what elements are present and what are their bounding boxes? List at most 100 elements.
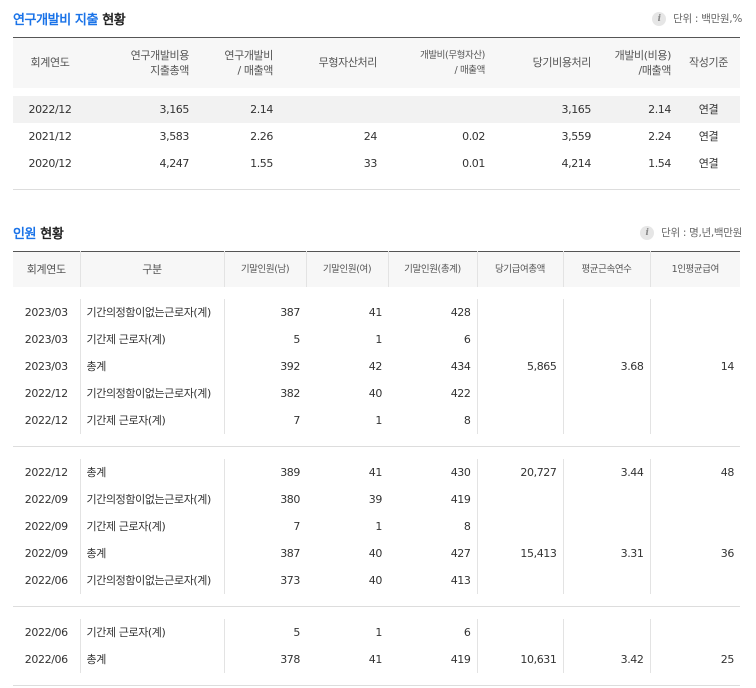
cell-avg-salary (649, 298, 740, 326)
cell-year: 2023/03 (24, 332, 68, 346)
cell-value: 2.24 (648, 129, 671, 143)
rd-unit-text: 단위 : 백만원,% (673, 13, 742, 25)
cell-value: 2.14 (195, 95, 279, 123)
cell-female: 1 (375, 625, 382, 639)
cell-male: 378 (223, 645, 306, 673)
cell-avg-years (562, 618, 650, 646)
cell-female: 42 (368, 359, 383, 373)
hr-header-row: 회계연도 구분 기말인원(남) 기말인원(여) 기말인원(총계) 당기급여총액 … (13, 251, 740, 287)
cell-salary-total: 10,631 (476, 645, 563, 673)
cell-value: 3,165 (491, 95, 597, 123)
cell-female: 40 (368, 573, 383, 587)
rd-header-label: 개발비(무형자산) / 매출액 (420, 49, 485, 76)
cell-category: 기간의정함이없는근로자(계) (79, 485, 224, 513)
cell-male: 380 (223, 485, 306, 513)
rd-header-intangible: 무형자산처리 (279, 37, 383, 88)
hr-header-category: 구분 (79, 251, 224, 287)
cell-category: 기간제 근로자(계) (79, 618, 224, 646)
cell-total: 422 (450, 386, 471, 400)
rd-header-label: 연구개발비 / 매출액 (224, 48, 273, 77)
cell-salary-total (476, 618, 563, 646)
cell-salary-total (476, 379, 563, 407)
cell-female: 1 (375, 519, 382, 533)
cell-salary-total (476, 485, 563, 513)
cell-year: 2022/09 (24, 519, 68, 533)
table-row: 2022/06 기간의정함이없는근로자(계) 373 40 413 (13, 566, 740, 594)
hr-unit-text: 단위 : 명,년,백만원 (661, 227, 742, 239)
cell-male: 387 (223, 298, 306, 326)
rd-header-label: 개발비(비용) /매출액 (614, 48, 672, 77)
hr-title-rest: 현황 (40, 227, 64, 242)
cell-year: 2022/12 (24, 386, 68, 400)
rd-header-label: 회계연도 (30, 56, 70, 70)
cell-year: 2023/03 (24, 305, 68, 319)
cell-value: 1.55 (250, 156, 273, 170)
cell-avg-years: 3.44 (562, 458, 650, 486)
table-row: 2023/03 총계 392 42 434 5,865 3.68 14 (13, 352, 740, 380)
table-row: 2022/09 기간의정함이없는근로자(계) 380 39 419 (13, 485, 740, 513)
table-row: 2020/12 4,247 1.55 33 0.01 4,214 1.54 연결 (13, 150, 740, 177)
cell-male: 373 (223, 566, 306, 594)
cell-year: 2022/09 (24, 492, 68, 506)
info-icon[interactable]: i (640, 225, 655, 240)
cell-year: 2021/12 (28, 129, 72, 143)
table-row: 2022/12 기간제 근로자(계) 7 1 8 (13, 406, 740, 434)
table-row: 2023/03 기간의정함이없는근로자(계) 387 41 428 (13, 298, 740, 326)
cell-total: 8 (463, 413, 471, 427)
cell-avg-years: 3.31 (562, 539, 650, 567)
group-spacer (13, 287, 740, 299)
cell-avg-years (562, 512, 650, 540)
cell-salary-total: 5,865 (476, 352, 563, 380)
hr-header-label: 1인평균급여 (671, 263, 720, 275)
hr-header-female: 기말인원(여) (305, 251, 388, 287)
rd-title-rest: 현황 (102, 13, 126, 28)
cell-avg-years (562, 298, 650, 326)
table-row: 2022/09 기간제 근로자(계) 7 1 8 (13, 512, 740, 540)
cell-category: 총계 (79, 539, 224, 567)
cell-male: 389 (223, 458, 306, 486)
hr-header-year: 회계연도 (13, 251, 80, 287)
hr-table: 회계연도 구분 기말인원(남) 기말인원(여) 기말인원(총계) 당기급여총액 … (13, 251, 740, 686)
cell-total: 419 (450, 492, 471, 506)
cell-avg-salary (649, 379, 740, 407)
hr-header-label: 당기급여총액 (494, 263, 546, 275)
rd-header-label: 연구개발비용 지출총액 (130, 48, 190, 77)
cell-male: 387 (223, 539, 306, 567)
cell-total: 413 (450, 573, 471, 587)
hr-header-label: 회계연도 (26, 262, 66, 276)
cell-avg-years (562, 485, 650, 513)
cell-year: 2022/12 (13, 95, 87, 123)
cell-avg-years: 3.68 (562, 352, 650, 380)
group-spacer (13, 594, 740, 607)
table-row: 2023/03 기간제 근로자(계) 5 1 6 (13, 325, 740, 353)
cell-female: 1 (375, 332, 382, 346)
cell-year: 2022/12 (24, 465, 68, 479)
cell-avg-years (562, 325, 650, 353)
cell-category: 총계 (79, 458, 224, 486)
cell-salary-total: 15,413 (476, 539, 563, 567)
cell-total: 427 (450, 546, 471, 560)
rd-header-basis: 작성기준 (677, 37, 740, 88)
cell-female: 41 (368, 305, 383, 319)
table-row: 2022/09 총계 387 40 427 15,413 3.31 36 (13, 539, 740, 567)
cell-avg-salary: 36 (649, 539, 740, 567)
cell-year: 2022/09 (24, 546, 68, 560)
table-row: 2022/06 기간제 근로자(계) 5 1 6 (13, 618, 740, 646)
rd-header-dev-expense-ratio: 개발비(비용) /매출액 (597, 37, 677, 88)
cell-value: 0.01 (462, 156, 485, 170)
cell-basis: 연결 (698, 130, 719, 143)
table-row: 2021/12 3,583 2.26 24 0.02 3,559 2.24 연결 (13, 123, 740, 150)
cell-value: 33 (363, 156, 378, 170)
cell-basis: 연결 (677, 95, 740, 123)
cell-female: 41 (368, 652, 383, 666)
cell-year: 2022/06 (24, 652, 68, 666)
info-icon[interactable]: i (652, 11, 667, 26)
cell-female: 1 (375, 413, 382, 427)
cell-avg-salary (649, 485, 740, 513)
cell-female: 40 (368, 386, 383, 400)
group-spacer (13, 434, 740, 447)
hr-header-label: 구분 (142, 262, 162, 276)
cell-male: 7 (223, 512, 306, 540)
cell-avg-salary: 14 (649, 352, 740, 380)
cell-total: 428 (450, 305, 471, 319)
